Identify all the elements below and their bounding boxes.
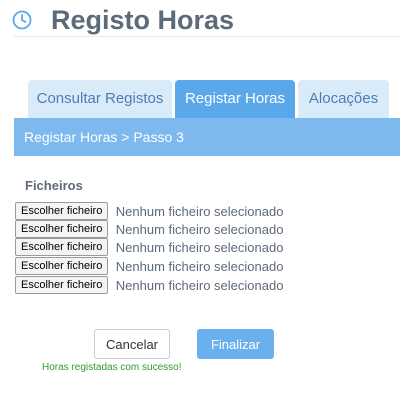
tab-alocacoes[interactable]: Alocações	[298, 80, 389, 118]
choose-file-button[interactable]: Escolher ficheiro	[15, 220, 109, 238]
choose-file-button[interactable]: Escolher ficheiro	[15, 276, 109, 294]
file-input-row: Escolher ficheiro Nenhum ficheiro seleci…	[15, 257, 283, 275]
choose-file-button[interactable]: Escolher ficheiro	[15, 238, 109, 256]
file-input-row: Escolher ficheiro Nenhum ficheiro seleci…	[15, 276, 283, 294]
choose-file-button[interactable]: Escolher ficheiro	[15, 202, 109, 220]
clock-icon	[12, 10, 32, 30]
files-section-label: Ficheiros	[25, 178, 83, 193]
tab-registar-horas[interactable]: Registar Horas	[175, 80, 295, 118]
success-message: Horas registadas com sucesso!	[42, 362, 182, 373]
tab-consultar-registos[interactable]: Consultar Registos	[28, 80, 172, 118]
file-status: Nenhum ficheiro selecionado	[115, 277, 284, 293]
page-header: Registo Horas	[10, 5, 400, 38]
file-input-row: Escolher ficheiro Nenhum ficheiro seleci…	[15, 238, 283, 256]
cancel-button[interactable]: Cancelar	[94, 329, 170, 359]
file-status: Nenhum ficheiro selecionado	[115, 239, 284, 255]
file-status: Nenhum ficheiro selecionado	[115, 258, 284, 274]
file-input-row: Escolher ficheiro Nenhum ficheiro seleci…	[15, 202, 283, 220]
choose-file-button[interactable]: Escolher ficheiro	[15, 257, 109, 275]
file-status: Nenhum ficheiro selecionado	[115, 203, 284, 219]
page-title: Registo Horas	[51, 5, 235, 35]
step-breadcrumb: Registar Horas > Passo 3	[14, 118, 400, 156]
header-divider	[14, 36, 400, 37]
finish-button[interactable]: Finalizar	[197, 329, 274, 359]
file-input-row: Escolher ficheiro Nenhum ficheiro seleci…	[15, 220, 283, 238]
file-status: Nenhum ficheiro selecionado	[115, 221, 284, 237]
